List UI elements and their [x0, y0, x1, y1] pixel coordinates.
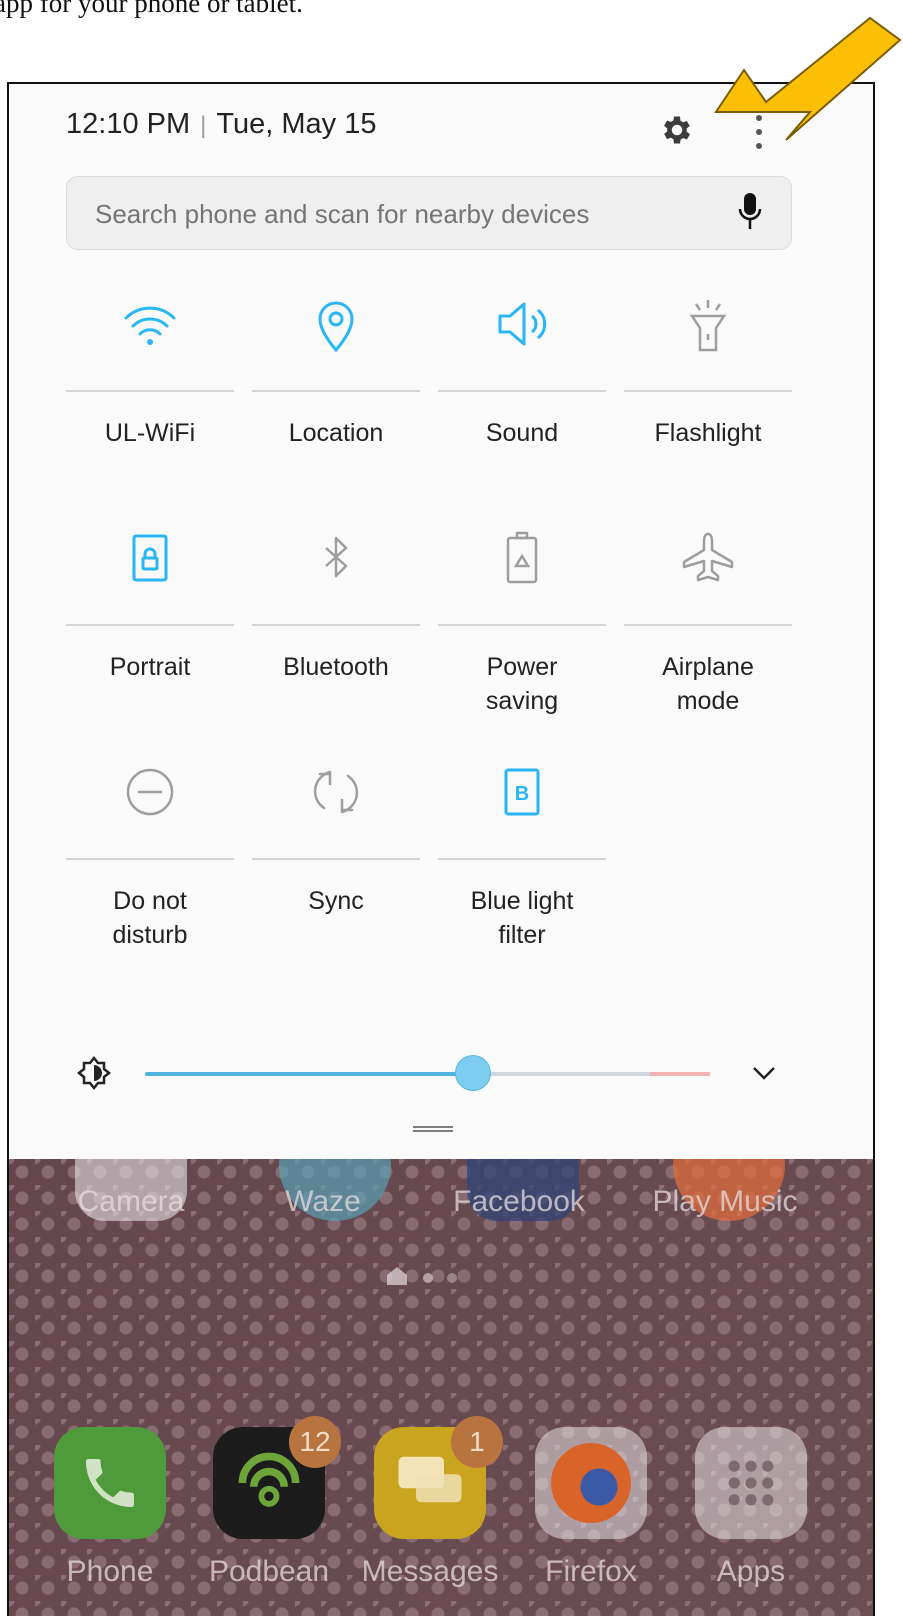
tile-label: UL-WiFi: [104, 419, 196, 447]
svg-text:B: B: [515, 783, 529, 805]
power-saving-icon: [506, 531, 538, 584]
flashlight-icon: [689, 300, 727, 352]
page-dot: [447, 1273, 457, 1283]
device-search-bar[interactable]: Search phone and scan for nearby devices: [66, 176, 792, 250]
tile-label: Blue light filter: [470, 887, 574, 949]
bluetooth-icon: [325, 536, 348, 578]
phone-screenshot: Camera Waze Facebook Play Music 12 1 Pho…: [7, 82, 875, 1616]
firefox-logo-icon: [551, 1443, 631, 1523]
search-placeholder: Search phone and scan for nearby devices: [95, 199, 590, 229]
brightness-slider[interactable]: [145, 1055, 710, 1091]
tile-label: Do not disturb: [112, 887, 188, 949]
clock-time: 12:10 PM: [66, 108, 191, 140]
do-not-disturb-icon: [126, 768, 174, 816]
brightness-icon: [77, 1056, 111, 1090]
speaker-icon: [498, 302, 547, 346]
tile-label: Airplane mode: [662, 653, 754, 715]
phone-handset-icon: [86, 1459, 134, 1507]
page-dot: [423, 1273, 433, 1283]
tile-label: Power saving: [485, 653, 559, 715]
phone-app-icon[interactable]: [54, 1427, 166, 1539]
app-label: Firefox: [545, 1555, 637, 1588]
app-label: Messages: [361, 1555, 499, 1588]
status-header: 12:10 PM | Tue, May 15: [66, 108, 376, 141]
portrait-lock-icon: [132, 534, 168, 582]
brightness-slider-fill: [145, 1072, 473, 1076]
chevron-down-icon[interactable]: [751, 1064, 777, 1082]
tile-label: Location: [288, 419, 384, 447]
annotation-arrow-icon: [714, 16, 902, 141]
location-pin-icon: [318, 301, 354, 353]
dots-grid-icon: [728, 1460, 774, 1506]
app-label: Facebook: [453, 1185, 585, 1218]
notification-badge: 1: [451, 1416, 503, 1468]
date-text: Tue, May 15: [216, 108, 377, 140]
airplane-icon: [682, 532, 734, 582]
drag-handle-icon[interactable]: [413, 1126, 453, 1132]
chat-bubbles-icon: [398, 1456, 462, 1503]
home-screen: Camera Waze Facebook Play Music 12 1 Pho…: [9, 1109, 873, 1616]
header-separator: |: [200, 112, 207, 139]
brightness-slider-thumb[interactable]: [454, 1055, 491, 1091]
microphone-icon[interactable]: [737, 191, 763, 233]
tile-label: Sync: [308, 887, 364, 915]
app-label: Play Music: [652, 1185, 798, 1218]
brightness-slider-warm-zone: [650, 1072, 710, 1076]
app-label: Phone: [66, 1555, 154, 1588]
caption-text: app for your phone or tablet.: [0, 0, 303, 18]
tile-label: Sound: [485, 419, 559, 447]
app-label: Apps: [716, 1555, 786, 1588]
tile-label: Portrait: [109, 653, 191, 681]
sync-icon: [313, 770, 359, 814]
tile-label: Bluetooth: [283, 653, 389, 681]
document-caption: app for your phone or tablet.: [0, 0, 760, 60]
app-label: Waze: [285, 1185, 361, 1218]
quick-settings-panel: 12:10 PM | Tue, May 15 Search phone and sc…: [9, 84, 873, 1159]
settings-gear-icon[interactable]: [659, 112, 695, 148]
firefox-app-icon[interactable]: [535, 1427, 647, 1539]
notification-badge: 12: [289, 1416, 341, 1468]
tile-label: Flashlight: [654, 419, 762, 447]
app-label: Podbean: [208, 1555, 330, 1588]
wifi-icon: [124, 306, 176, 345]
app-label: Camera: [77, 1185, 185, 1218]
apps-grid-icon[interactable]: [695, 1427, 807, 1539]
blue-light-filter-icon: B: [504, 768, 540, 816]
